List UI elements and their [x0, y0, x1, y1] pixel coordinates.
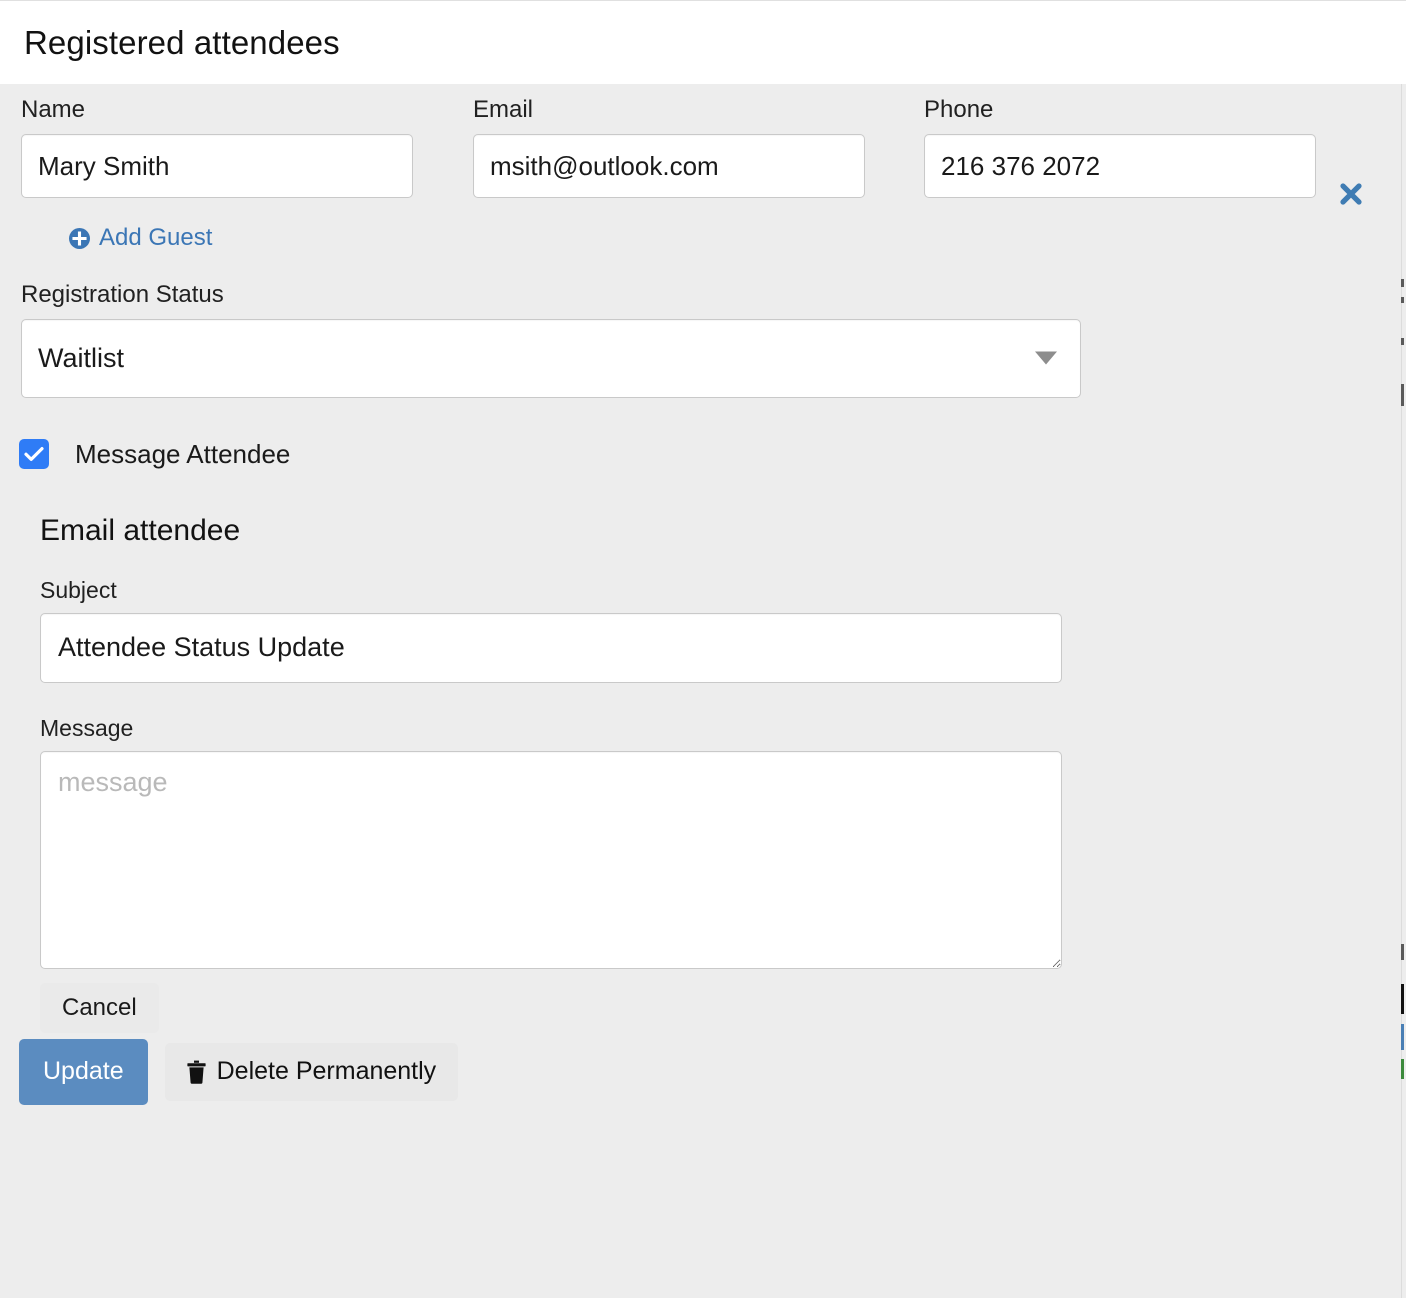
- close-x-icon: [1338, 181, 1364, 210]
- email-label: Email: [473, 96, 534, 123]
- panel-header: Registered attendees: [0, 0, 1406, 84]
- check-icon: [24, 447, 44, 461]
- name-label: Name: [21, 96, 86, 123]
- message-attendee-label: Message Attendee: [75, 438, 291, 469]
- cancel-row: Cancel: [0, 982, 1406, 1033]
- close-button[interactable]: [1334, 178, 1368, 212]
- registration-status-value: Waitlist: [38, 342, 124, 373]
- update-button-label: Update: [43, 1057, 124, 1085]
- phone-input[interactable]: [924, 134, 1316, 198]
- name-field-group: Name: [21, 98, 413, 198]
- registration-status-select-wrapper: Waitlist: [21, 318, 1081, 398]
- message-label: Message: [40, 714, 134, 741]
- message-attendee-row: Message Attendee: [0, 439, 1406, 470]
- subject-label: Subject: [40, 576, 117, 603]
- delete-permanently-label: Delete Permanently: [216, 1057, 437, 1085]
- subject-input[interactable]: [40, 612, 1062, 683]
- action-buttons-row: Update Delete Permanently: [0, 1038, 1406, 1105]
- panel-body: Name Email Phone Add Guest Registration …: [0, 84, 1406, 1298]
- email-attendee-section: Email attendee Subject Message: [0, 513, 1406, 969]
- name-input[interactable]: [21, 134, 413, 198]
- phone-label: Phone: [924, 96, 994, 123]
- delete-permanently-button[interactable]: Delete Permanently: [164, 1042, 459, 1101]
- attendee-fields-row: Name Email Phone: [0, 84, 1406, 198]
- cancel-button[interactable]: Cancel: [40, 982, 159, 1033]
- registration-status-block: Registration Status Waitlist: [0, 280, 1406, 398]
- page-title: Registered attendees: [24, 24, 340, 61]
- message-textarea[interactable]: [40, 750, 1062, 969]
- email-input[interactable]: [473, 134, 865, 198]
- add-guest-label: Add Guest: [99, 224, 213, 251]
- update-button[interactable]: Update: [19, 1038, 148, 1105]
- plus-circle-icon: [69, 227, 90, 249]
- email-field-group: Email: [473, 98, 865, 198]
- add-guest-button[interactable]: Add Guest: [69, 224, 212, 252]
- registration-status-label: Registration Status: [21, 280, 224, 308]
- registration-status-select[interactable]: Waitlist: [21, 318, 1081, 398]
- trash-icon: [187, 1060, 206, 1084]
- email-attendee-title: Email attendee: [40, 513, 241, 547]
- phone-field-group: Phone: [924, 98, 1316, 198]
- message-attendee-checkbox[interactable]: [19, 439, 49, 469]
